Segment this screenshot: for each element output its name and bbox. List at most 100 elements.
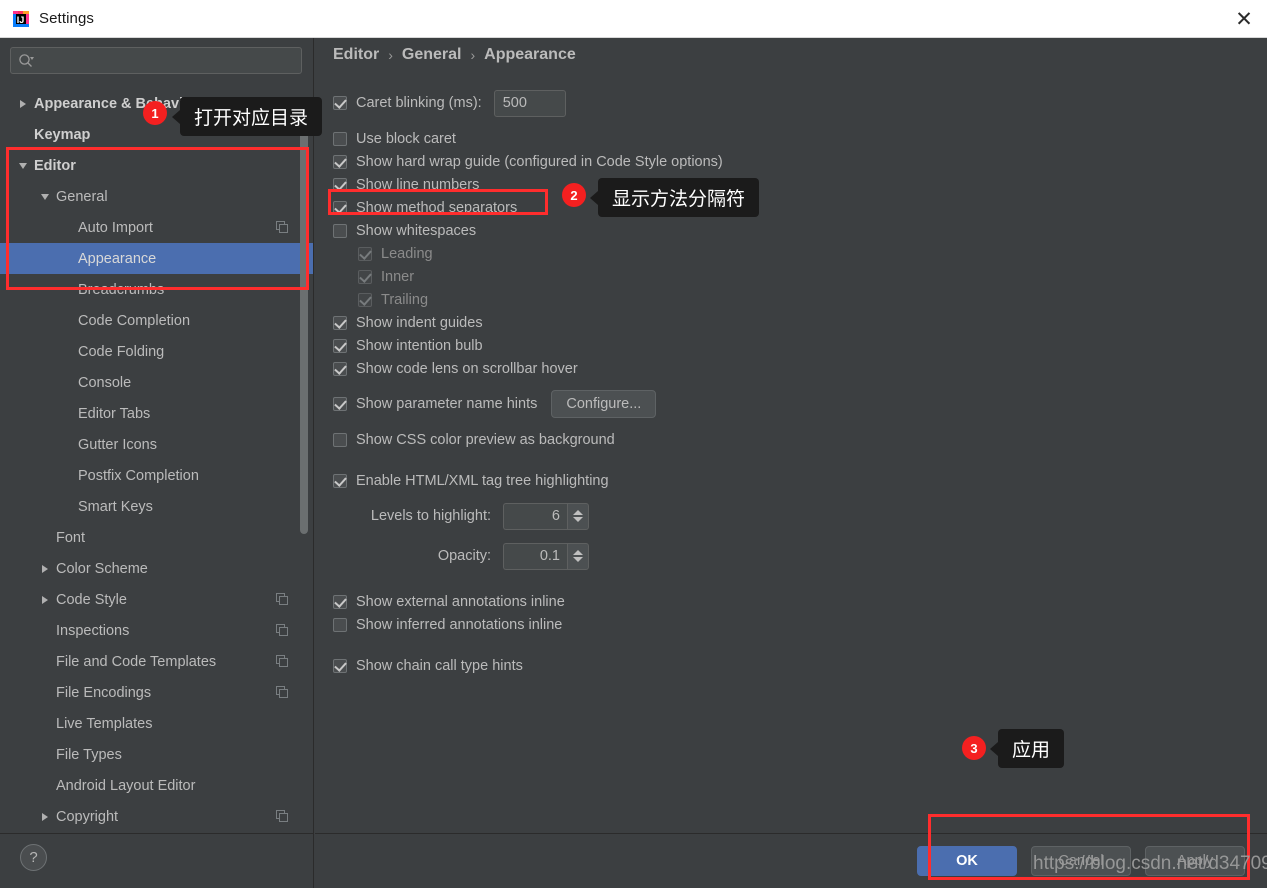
show-css-color-preview-label: Show CSS color preview as background	[356, 431, 615, 448]
search-box[interactable]	[10, 47, 302, 74]
stepper-up-icon[interactable]	[573, 550, 583, 555]
enable-tag-tree-highlighting-label: Enable HTML/XML tag tree highlighting	[356, 472, 609, 489]
sidebar-item-code-folding[interactable]: Code Folding	[0, 336, 313, 367]
chevron-right-icon[interactable]	[38, 593, 52, 607]
caret-blinking-input[interactable]: 500	[493, 89, 566, 117]
sidebar-item-file-and-code-templates[interactable]: File and Code Templates	[0, 646, 313, 677]
settings-dialog: Appearance & Behavior Keymap Editor General…	[0, 38, 1267, 888]
show-parameter-name-hints-label: Show parameter name hints	[356, 396, 538, 412]
ok-button[interactable]: OK	[917, 846, 1017, 876]
show-intention-bulb-checkbox[interactable]	[333, 338, 347, 353]
sidebar-item-editor[interactable]: Editor	[0, 150, 313, 181]
levels-to-highlight-value[interactable]: 6	[503, 502, 567, 530]
option-whitespace-inner: Inner	[358, 265, 1233, 288]
settings-content-panel: Editor › General › Appearance Caret blin…	[315, 38, 1267, 833]
chevron-right-icon[interactable]	[38, 562, 52, 576]
show-inferred-annotations-label: Show inferred annotations inline	[356, 616, 563, 633]
opacity-spinner[interactable]: 0.1	[503, 542, 589, 570]
help-button[interactable]: ?	[20, 844, 47, 871]
option-show-css-color-preview: Show CSS color preview as background	[333, 428, 1233, 451]
sidebar-item-label: File Types	[56, 746, 122, 763]
close-icon[interactable]: ✕	[1221, 0, 1267, 38]
stepper-down-icon[interactable]	[573, 557, 583, 562]
chevron-down-icon[interactable]	[16, 159, 30, 173]
sidebar-item-label: Keymap	[34, 126, 91, 143]
show-parameter-name-hints-checkbox[interactable]	[333, 397, 347, 411]
sidebar-item-color-scheme[interactable]: Color Scheme	[0, 553, 313, 584]
enable-tag-tree-highlighting-checkbox[interactable]	[333, 473, 347, 488]
copy-settings-icon[interactable]	[276, 624, 289, 637]
show-inferred-annotations-checkbox[interactable]	[333, 617, 347, 632]
sidebar-item-general[interactable]: General	[0, 181, 313, 212]
use-block-caret-checkbox[interactable]	[333, 131, 347, 146]
chevron-right-icon: ›	[470, 47, 476, 63]
sidebar-item-postfix-completion[interactable]: Postfix Completion	[0, 460, 313, 491]
sidebar-item-inspections[interactable]: Inspections	[0, 615, 313, 646]
sidebar-item-smart-keys[interactable]: Smart Keys	[0, 491, 313, 522]
caret-blinking-label: Caret blinking (ms):	[356, 95, 482, 111]
sidebar-item-label: General	[56, 188, 108, 205]
use-block-caret-label: Use block caret	[356, 130, 456, 147]
whitespace-leading-checkbox[interactable]	[358, 246, 372, 261]
sidebar-scrollbar[interactable]	[300, 88, 308, 833]
search-input[interactable]	[34, 52, 301, 69]
sidebar-item-font[interactable]: Font	[0, 522, 313, 553]
window-title: Settings	[39, 10, 94, 27]
show-line-numbers-checkbox[interactable]	[333, 177, 347, 192]
stepper-down-icon[interactable]	[573, 517, 583, 522]
copy-settings-icon[interactable]	[276, 810, 289, 823]
levels-to-highlight-spinner[interactable]: 6	[503, 502, 589, 530]
configure-button[interactable]: Configure...	[551, 390, 657, 418]
search-icon	[18, 53, 34, 69]
show-external-annotations-checkbox[interactable]	[333, 594, 347, 609]
levels-to-highlight-stepper[interactable]	[567, 502, 589, 530]
sidebar-item-code-style[interactable]: Code Style	[0, 584, 313, 615]
show-method-separators-checkbox[interactable]	[333, 200, 347, 215]
sidebar-item-code-completion[interactable]: Code Completion	[0, 305, 313, 336]
show-css-color-preview-checkbox[interactable]	[333, 432, 347, 447]
opacity-stepper[interactable]	[567, 542, 589, 570]
sidebar-item-breadcrumbs[interactable]: Breadcrumbs	[0, 274, 313, 305]
copy-settings-icon[interactable]	[276, 686, 289, 699]
breadcrumb: Editor › General › Appearance	[333, 46, 576, 64]
settings-tree[interactable]: Appearance & Behavior Keymap Editor General…	[0, 88, 313, 833]
sidebar-item-auto-import[interactable]: Auto Import	[0, 212, 313, 243]
sidebar-item-editor-tabs[interactable]: Editor Tabs	[0, 398, 313, 429]
show-whitespaces-checkbox[interactable]	[333, 223, 347, 238]
chevron-right-icon[interactable]	[16, 97, 30, 111]
sidebar-item-file-encodings[interactable]: File Encodings	[0, 677, 313, 708]
copy-settings-icon[interactable]	[276, 655, 289, 668]
sidebar-item-copyright[interactable]: Copyright	[0, 801, 313, 832]
chevron-right-icon[interactable]	[38, 810, 52, 824]
show-code-lens-checkbox[interactable]	[333, 361, 347, 376]
show-hard-wrap-guide-label: Show hard wrap guide (configured in Code…	[356, 153, 723, 170]
sidebar-item-label: Editor	[34, 157, 76, 174]
show-hard-wrap-guide-checkbox[interactable]	[333, 154, 347, 169]
show-chain-call-type-hints-checkbox[interactable]	[333, 658, 347, 673]
sidebar-item-gutter-icons[interactable]: Gutter Icons	[0, 429, 313, 460]
sidebar-item-appearance[interactable]: Appearance	[0, 243, 313, 274]
opacity-value[interactable]: 0.1	[503, 542, 567, 570]
stepper-up-icon[interactable]	[573, 510, 583, 515]
whitespace-inner-checkbox[interactable]	[358, 269, 372, 284]
chevron-down-icon[interactable]	[38, 190, 52, 204]
sidebar-item-file-types[interactable]: File Types	[0, 739, 313, 770]
whitespace-trailing-checkbox[interactable]	[358, 292, 372, 307]
sidebar-item-live-templates[interactable]: Live Templates	[0, 708, 313, 739]
sidebar-item-label: Breadcrumbs	[78, 281, 165, 298]
sidebar-item-android-layout-editor[interactable]: Android Layout Editor	[0, 770, 313, 801]
copy-settings-icon[interactable]	[276, 221, 289, 234]
sidebar-item-console[interactable]: Console	[0, 367, 313, 398]
show-indent-guides-checkbox[interactable]	[333, 315, 347, 330]
caret-blinking-checkbox[interactable]	[333, 96, 347, 110]
sidebar-scrollbar-thumb[interactable]	[300, 114, 308, 534]
breadcrumb-part-editor[interactable]: Editor	[333, 46, 379, 64]
copy-settings-icon[interactable]	[276, 593, 289, 606]
breadcrumb-part-general[interactable]: General	[402, 46, 462, 64]
option-show-chain-call-type-hints: Show chain call type hints	[333, 654, 1233, 677]
